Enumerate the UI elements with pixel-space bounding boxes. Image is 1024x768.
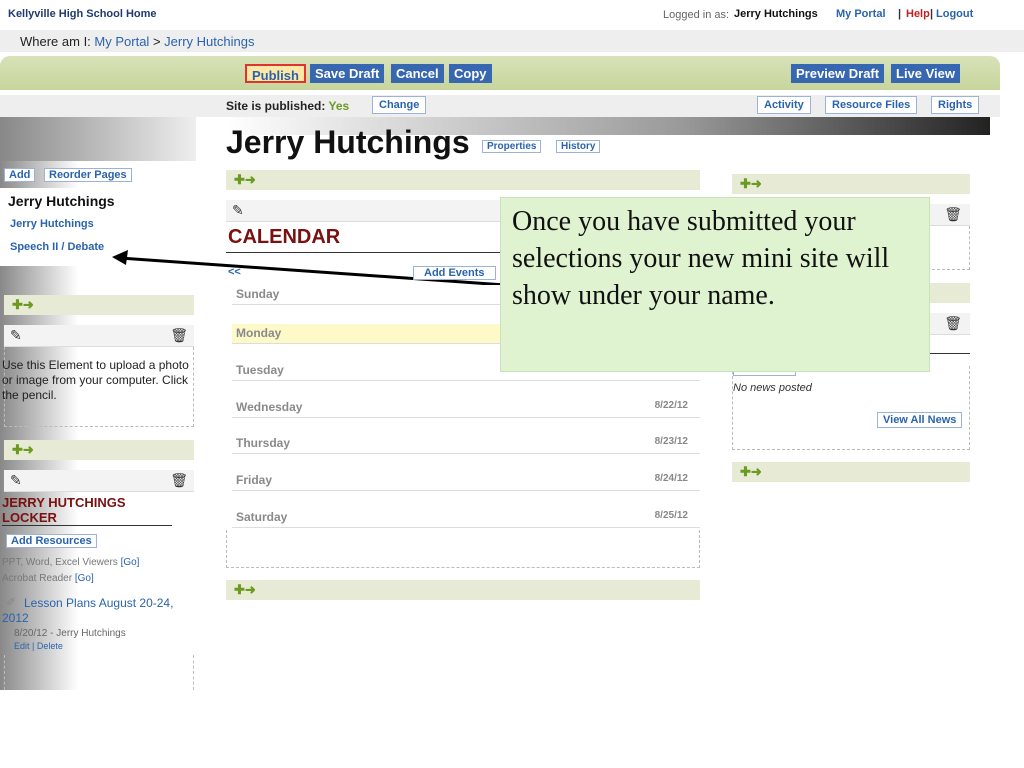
lesson-actions: Edit | Delete (14, 641, 63, 651)
add-element-icon[interactable]: ✚➜ (740, 176, 762, 192)
change-button[interactable]: Change (372, 96, 427, 114)
logged-in-label: Logged in as: (663, 9, 730, 21)
acrobat-go-link[interactable]: [Go] (75, 573, 94, 584)
trash-icon[interactable]: 🗑 (170, 327, 188, 344)
logged-in-user: Jerry Hutchings (734, 8, 818, 20)
properties-button[interactable]: Properties (482, 140, 542, 153)
help-link[interactable]: Help (906, 8, 930, 20)
history-button[interactable]: History (556, 140, 601, 153)
logout-link[interactable]: Logout (936, 8, 973, 20)
lesson-plans-link[interactable]: Lesson Plans August 20-24, 2012 (2, 596, 192, 626)
calendar-footer (226, 530, 700, 568)
day-date: 8/24/12 (654, 473, 688, 484)
breadcrumb: Where am I: My Portal > Jerry Hutchings (20, 34, 254, 49)
locker-title: JERRY HUTCHINGS LOCKER (2, 495, 172, 526)
day-name: Tuesday (236, 363, 284, 377)
trash-icon[interactable]: 🗑 (944, 206, 962, 223)
edit-link[interactable]: Edit (14, 641, 30, 651)
viewers-label: PPT, Word, Excel Viewers (2, 557, 118, 568)
day-name: Monday (236, 326, 282, 340)
add-events-button[interactable]: Add Events (413, 266, 496, 280)
add-element-icon[interactable]: ✚➜ (12, 297, 34, 313)
day-date: 8/22/12 (654, 400, 688, 411)
publish-status: Site is published: Yes (226, 99, 349, 113)
reorder-pages-button[interactable]: Reorder Pages (44, 168, 132, 182)
acrobat-label: Acrobat Reader (2, 573, 73, 584)
day-date: 8/25/12 (654, 510, 688, 521)
breadcrumb-sep: > (152, 34, 161, 49)
add-resources-button[interactable]: Add Resources (6, 534, 97, 548)
resource-files-tab[interactable]: Resource Files (825, 96, 918, 114)
day-name: Friday (236, 473, 273, 487)
photo-element-text: Use this Element to upload a photo or im… (2, 358, 189, 402)
lesson-plans-meta: 8/20/12 - Jerry Hutchings (14, 628, 126, 639)
add-element-bar[interactable]: ✚➜ (732, 462, 970, 482)
add-element-bar[interactable]: ✚➜ (4, 295, 194, 315)
day-name: Saturday (236, 510, 288, 524)
day-name: Sunday (236, 287, 280, 301)
viewers-text: PPT, Word, Excel Viewers [Go] (2, 557, 139, 568)
pencil-icon[interactable]: ✎ (10, 327, 22, 344)
calendar-day-row[interactable]: Friday 8/24/12 (232, 471, 700, 491)
calendar-day-row[interactable]: Saturday 8/25/12 (232, 508, 700, 528)
page-title: Jerry Hutchings (226, 124, 470, 160)
rights-tab[interactable]: Rights (931, 96, 980, 114)
add-element-icon[interactable]: ✚➜ (12, 442, 34, 458)
calendar-title: CALENDAR (228, 226, 341, 248)
separator: | (898, 8, 902, 20)
calendar-prev-link[interactable]: << (228, 266, 241, 278)
my-portal-link[interactable]: My Portal (836, 8, 886, 20)
instruction-callout-text: Once you have submitted your selections … (512, 206, 890, 311)
add-page-button[interactable]: Add (4, 168, 36, 182)
breadcrumb-current[interactable]: Jerry Hutchings (164, 34, 254, 49)
add-element-bar[interactable]: ✚➜ (226, 580, 700, 600)
add-element-icon[interactable]: ✚➜ (740, 464, 762, 480)
pencil-icon[interactable]: ✎ (232, 202, 244, 219)
preview-draft-button[interactable]: Preview Draft (791, 64, 885, 83)
breadcrumb-portal[interactable]: My Portal (94, 34, 149, 49)
day-date: 8/23/12 (654, 436, 688, 447)
publish-status-value: Yes (328, 99, 350, 113)
add-element-bar[interactable]: ✚➜ (226, 170, 700, 190)
sidebar-heading: Jerry Hutchings (8, 193, 115, 209)
publish-button[interactable]: Publish (245, 64, 306, 83)
sidebar-item-speech-debate[interactable]: Speech II / Debate (10, 241, 104, 253)
add-element-bar[interactable]: ✚➜ (732, 174, 970, 194)
breadcrumb-prefix: Where am I: (20, 34, 91, 49)
activity-tab[interactable]: Activity (757, 96, 811, 114)
trash-icon[interactable]: 🗑 (944, 315, 962, 332)
sidebar-header (0, 117, 196, 161)
cancel-button[interactable]: Cancel (391, 64, 444, 83)
school-home-link[interactable]: Kellyville High School Home (8, 8, 157, 20)
save-draft-button[interactable]: Save Draft (310, 64, 385, 83)
day-name: Thursday (236, 436, 291, 450)
delete-link[interactable]: Delete (37, 641, 63, 651)
add-element-bar[interactable]: ✚➜ (4, 440, 194, 460)
acrobat-text: Acrobat Reader [Go] (2, 573, 94, 584)
separator: | (930, 8, 934, 20)
calendar-day-row[interactable]: Wednesday 8/22/12 (232, 398, 700, 418)
publish-status-label: Site is published: (226, 99, 326, 113)
pencil-icon[interactable]: ✎ (10, 472, 22, 489)
news-element (732, 366, 970, 450)
copy-button[interactable]: Copy (449, 64, 492, 83)
add-element-icon[interactable]: ✚➜ (234, 172, 256, 188)
calendar-day-row[interactable]: Thursday 8/23/12 (232, 434, 700, 454)
viewers-go-link[interactable]: [Go] (121, 557, 140, 568)
photo-element-header: ✎ 🗑 (4, 325, 194, 347)
add-element-icon[interactable]: ✚➜ (234, 582, 256, 598)
trash-icon[interactable]: 🗑 (170, 472, 188, 489)
sidebar-item-jerry-hutchings[interactable]: Jerry Hutchings (10, 218, 94, 230)
locker-element-header: ✎ 🗑 (4, 470, 194, 492)
locker-element (4, 655, 194, 690)
live-view-button[interactable]: Live View (891, 64, 961, 83)
day-name: Wednesday (236, 400, 303, 414)
